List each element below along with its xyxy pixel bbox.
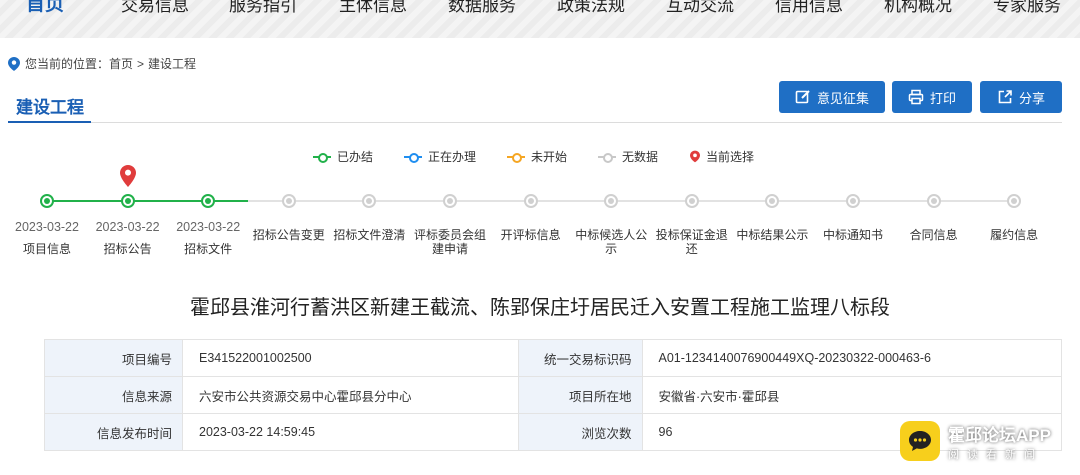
nav-item-org[interactable]: 机构概况 (884, 0, 952, 16)
timeline-step-label[interactable]: 招标公告 (88, 242, 168, 256)
print-button[interactable]: 打印 (892, 81, 972, 113)
info-value: A01-1234140076900449XQ-20230322-000463-6 (641, 339, 1062, 377)
printer-icon (908, 89, 924, 105)
timeline-node[interactable] (765, 194, 780, 208)
share-button[interactable]: 分享 (980, 81, 1062, 113)
breadcrumb-prefix: 您当前的位置： (25, 57, 110, 71)
timeline-step-label[interactable]: 合同信息 (898, 228, 970, 242)
timeline-step-label[interactable]: 评标委员会组建申请 (414, 228, 486, 256)
watermark-title: 霍邱论坛APP (948, 425, 1051, 445)
timeline-node[interactable] (926, 194, 941, 208)
info-value: E341522001002500 (182, 339, 519, 377)
project-headline: 霍邱县淮河行蓄洪区新建王截流、陈郢保庄圩居民迁入安置工程施工监理八标段 (190, 297, 890, 319)
timeline-step-date: 2023-03-22 (95, 220, 160, 234)
timeline-node[interactable] (846, 194, 860, 208)
timeline-step-label[interactable]: 中标结果公示 (736, 228, 808, 242)
timeline-node[interactable] (201, 194, 216, 208)
nav-item-data[interactable]: 数据服务 (448, 0, 516, 16)
breadcrumb-home[interactable]: 首页 (109, 55, 133, 72)
timeline-node[interactable] (684, 194, 699, 208)
nav-item-home[interactable]: 首页 (26, 0, 64, 16)
info-label: 浏览次数 (517, 413, 643, 451)
breadcrumb-current[interactable]: 建设工程 (148, 55, 196, 72)
nav-item-trade[interactable]: 交易信息 (121, 0, 189, 16)
process-timeline: 2023-03-22 项目信息 2023-03-22 招标公告 2023-03-22 招标… (0, 160, 1080, 270)
timeline-node[interactable] (1007, 194, 1022, 208)
timeline-step-label[interactable]: 招标文件 (168, 242, 248, 256)
share-icon (998, 90, 1012, 104)
nav-item-subject[interactable]: 主体信息 (339, 0, 407, 16)
info-label: 项目所在地 (517, 376, 643, 414)
info-label: 项目编号 (44, 339, 183, 377)
info-value: 安徽省·六安市·霍邱县 (641, 376, 1062, 414)
timeline-node[interactable] (120, 194, 135, 208)
timeline-node[interactable] (362, 194, 377, 208)
section-title-underline (8, 121, 91, 123)
nav-item-expert[interactable]: 专家服务 (993, 0, 1061, 16)
section-divider (8, 122, 1062, 123)
feedback-button-label: 意见征集 (816, 90, 869, 106)
watermark-subtitle: 阅读看新闻 (948, 448, 1043, 461)
timeline-step-label[interactable]: 投标保证金退还 (656, 228, 728, 256)
info-value: 六安市公共资源交易中心霍邱县分中心 (182, 376, 519, 414)
edit-icon (795, 90, 810, 104)
info-label: 信息发布时间 (44, 413, 183, 451)
table-row: 项目编号 E341522001002500 统一交易标识码 A01-123414007… (44, 339, 1062, 377)
top-nav: 首页 交易信息 服务指引 主体信息 数据服务 政策法规 互动交流 信用信息 机构… (0, 0, 1080, 38)
nav-item-credit[interactable]: 信用信息 (775, 0, 843, 16)
section-title: 建设工程 (16, 98, 84, 117)
timeline-node[interactable] (40, 194, 54, 208)
chat-bubble-icon (900, 421, 940, 461)
timeline-step-label[interactable]: 招标公告变更 (253, 228, 325, 242)
watermark-badge: 霍邱论坛APP 阅读看新闻 (900, 416, 1070, 466)
current-selection-marker-icon (119, 165, 136, 187)
timeline-node[interactable] (604, 194, 619, 208)
table-row: 信息来源 六安市公共资源交易中心霍邱县分中心 项目所在地 安徽省·六安市·霍邱县 (44, 376, 1062, 414)
timeline-node[interactable] (281, 194, 296, 208)
info-label: 信息来源 (44, 376, 183, 414)
share-button-label: 分享 (1018, 90, 1045, 106)
nav-item-policy[interactable]: 政策法规 (557, 0, 625, 16)
breadcrumb-separator: > (137, 56, 145, 71)
timeline-step-label[interactable]: 中标通知书 (817, 228, 889, 242)
breadcrumb: 您当前的位置： 首页 > 建设工程 (8, 55, 196, 72)
timeline-step-label[interactable]: 项目信息 (7, 242, 87, 256)
nav-item-guide[interactable]: 服务指引 (229, 0, 297, 16)
timeline-progress-track (47, 200, 249, 202)
location-pin-icon (8, 56, 20, 71)
timeline-step-label[interactable]: 中标候选人公示 (575, 228, 647, 256)
feedback-button[interactable]: 意见征集 (779, 81, 885, 113)
timeline-step-date: 2023-03-22 (176, 220, 241, 234)
print-button-label: 打印 (929, 90, 956, 106)
nav-item-interact[interactable]: 互动交流 (666, 0, 734, 16)
timeline-step-label[interactable]: 招标文件澄清 (333, 228, 405, 242)
timeline-node[interactable] (443, 194, 457, 208)
info-label: 统一交易标识码 (517, 339, 643, 377)
timeline-node[interactable] (523, 194, 538, 208)
timeline-step-label[interactable]: 履约信息 (978, 228, 1050, 242)
timeline-step-label[interactable]: 开评标信息 (495, 228, 567, 242)
timeline-step-date: 2023-03-22 (15, 220, 79, 234)
info-value: 2023-03-22 14:59:45 (182, 413, 519, 451)
